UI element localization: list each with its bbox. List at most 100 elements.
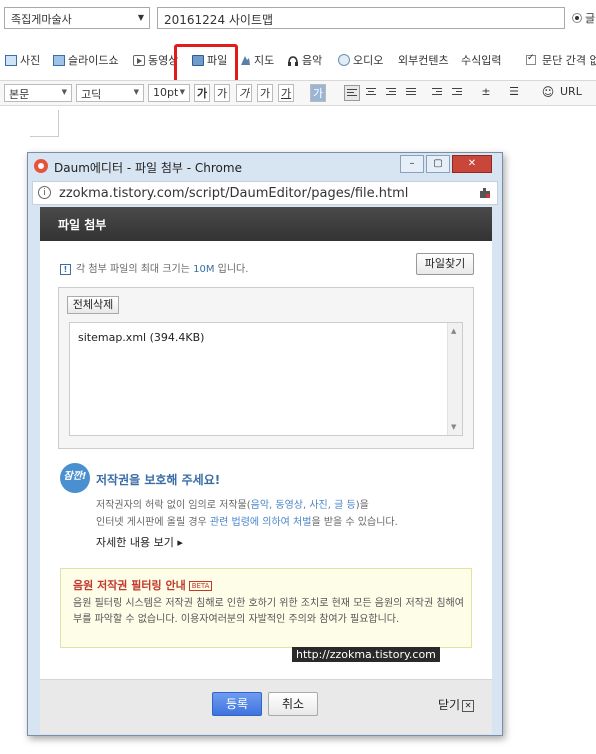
list-item[interactable]: sitemap.xml (394.4KB) (78, 331, 204, 344)
file-button-highlight (174, 44, 238, 84)
copyright-line2-highlight: 관련 법령에 의하여 처벌 (209, 517, 312, 528)
file-attach-popup: Daum에디터 - 파일 첨부 - Chrome – ▢ ✕ i zzokma.… (27, 152, 503, 736)
copyright-body: 저작권자의 허락 없이 임의로 저작물(음악, 동영상, 사진, 글 등)을 인… (96, 497, 398, 531)
toolbar-map-button[interactable]: 지도 (239, 52, 274, 68)
font-family-select[interactable]: 고딕 ▼ (76, 84, 144, 102)
insert-toolbar: 사진 슬라이드쇼 동영상 파일 지도 음악 오디오 외부컨텐츠 수식입력 문단 … (0, 44, 596, 76)
emoticon-button[interactable]: ☺ (540, 85, 556, 101)
slideshow-icon (53, 54, 65, 66)
align-line (456, 91, 462, 92)
scroll-up-icon[interactable]: ▲ (451, 327, 456, 335)
category-select-value: 족집게마술사 (11, 13, 72, 26)
font-size-value: 10pt (153, 86, 179, 99)
map-icon (241, 55, 250, 65)
toolbar-music-label: 음악 (302, 54, 323, 67)
toolbar-slideshow-button[interactable]: 슬라이드쇼 (53, 52, 119, 68)
align-line (432, 94, 442, 95)
find-file-button[interactable]: 파일찾기 (416, 253, 474, 275)
minimize-button[interactable]: – (400, 155, 424, 173)
underline-button[interactable]: 가 (278, 84, 294, 102)
font-size-select[interactable]: 10pt ▼ (148, 84, 190, 102)
outdent-icon (452, 88, 462, 89)
popup-title: Daum에디터 - 파일 첨부 - Chrome (54, 161, 242, 175)
align-line (452, 94, 462, 95)
close-button[interactable]: 닫기 ✕ (438, 696, 475, 713)
extension-icon[interactable] (479, 187, 491, 199)
italic-button[interactable]: 가 (236, 84, 252, 102)
register-button[interactable]: 등록 (212, 692, 262, 716)
line-height-icon: ± (481, 85, 491, 98)
toolbar-formula-button[interactable]: 수식입력 (461, 52, 501, 68)
category-select[interactable]: 족집게마술사 ▼ (4, 7, 150, 29)
chevron-down-icon: ▼ (137, 13, 144, 22)
copyright-line1-end: )을 (355, 500, 369, 511)
emoticon-icon: ☺ (541, 85, 555, 99)
align-justify-icon (406, 88, 416, 89)
more-details-link[interactable]: 자세한 내용 보기 ▸ (96, 534, 183, 550)
align-center-icon (366, 88, 376, 89)
popup-content: 파일 첨부 ! 각 첨부 파일의 최대 크기는 10M 입니다. 파일찾기 전체삭… (40, 207, 492, 734)
outdent-button[interactable] (450, 85, 466, 101)
font-family-value: 고딕 (81, 88, 102, 101)
toolbar-audio-label: 오디오 (353, 54, 384, 67)
filter-body: 음원 필터링 시스템은 저작권 침해로 인한 호하기 위한 조치로 현재 모든 … (73, 598, 464, 625)
photo-icon (5, 54, 17, 66)
address-bar[interactable]: i zzokma.tistory.com/script/DaumEditor/p… (32, 181, 498, 205)
scroll-down-icon[interactable]: ▼ (451, 423, 456, 431)
chevron-down-icon: ▼ (179, 88, 185, 96)
list-button[interactable]: ☰ (506, 85, 522, 101)
toolbar-photo-button[interactable]: 사진 (5, 52, 40, 68)
maximize-button[interactable]: ▢ (426, 155, 450, 173)
align-line (389, 91, 396, 92)
align-line (406, 91, 416, 92)
window-close-button[interactable]: ✕ (452, 155, 492, 173)
filter-title: 음원 저작권 필터링 안내 BETA (73, 577, 213, 593)
strike-button[interactable]: 가 (257, 84, 273, 102)
file-panel: 전체삭제 sitemap.xml (394.4KB) ▲ ▼ (58, 287, 474, 449)
wait-badge-icon: 잠깐! (60, 463, 90, 493)
beta-badge: BETA (188, 581, 213, 591)
url-button[interactable]: URL (560, 85, 582, 98)
file-list-scrollbar[interactable]: ▲ ▼ (447, 323, 462, 435)
align-right-button[interactable] (384, 85, 400, 101)
line-height-button[interactable]: ± (478, 85, 494, 101)
cancel-button[interactable]: 취소 (268, 692, 318, 716)
visibility-radio[interactable]: 글 (572, 10, 595, 26)
toolbar-audio-button[interactable]: 오디오 (338, 52, 383, 68)
checkbox-icon (526, 53, 536, 65)
copyright-notice: 잠깐! 저작권을 보호해 주세요! 저작권자의 허락 없이 임의로 저작물(음악… (60, 463, 480, 553)
paragraph-spacing-checkbox[interactable]: 문단 간격 없 (526, 52, 596, 68)
list-icon: ☰ (509, 85, 519, 98)
popup-header: 파일 첨부 (40, 207, 492, 241)
bold-button[interactable]: 가 (194, 84, 210, 102)
align-left-button[interactable] (344, 85, 360, 101)
indent-button[interactable] (430, 85, 446, 101)
copyright-line2: 인터넷 게시판에 올릴 경우 (96, 517, 210, 528)
background-color-button[interactable]: 가 (310, 84, 326, 102)
toolbar-external-button[interactable]: 외부컨텐츠 (398, 52, 449, 68)
music-icon (288, 55, 298, 66)
copyright-line1: 저작권자의 허락 없이 임의로 저작물( (96, 500, 251, 511)
align-line (406, 94, 416, 95)
indent-icon (432, 88, 442, 89)
delete-all-button[interactable]: 전체삭제 (67, 296, 119, 314)
align-justify-button[interactable] (404, 85, 420, 101)
notice-prefix: 각 첨부 파일의 최대 크기는 (76, 264, 194, 275)
align-line (386, 94, 396, 95)
editor-body[interactable] (30, 110, 59, 137)
align-center-button[interactable] (364, 85, 380, 101)
file-list[interactable]: sitemap.xml (394.4KB) ▲ ▼ (69, 322, 463, 436)
toolbar-music-button[interactable]: 음악 (287, 52, 322, 68)
editor-title-row: 족집게마술사 ▼ 20161224 사이트맵 글 (0, 0, 596, 36)
daum-logo-icon (34, 159, 48, 173)
paragraph-spacing-label: 문단 간격 없 (542, 54, 596, 67)
paragraph-style-select[interactable]: 본문 ▼ (4, 84, 72, 102)
align-line (366, 94, 376, 95)
shadow-button[interactable]: 가 (214, 84, 230, 102)
music-filter-notice: 음원 저작권 필터링 안내 BETA 음원 필터링 시스템은 저작권 침해로 인한… (60, 568, 472, 648)
toolbar-video-button[interactable]: 동영상 (133, 52, 178, 68)
post-title-input[interactable]: 20161224 사이트맵 (157, 7, 565, 29)
notice-size: 10M (193, 264, 215, 275)
popup-titlebar[interactable]: Daum에디터 - 파일 첨부 - Chrome – ▢ ✕ (28, 153, 502, 179)
align-line (347, 95, 357, 96)
